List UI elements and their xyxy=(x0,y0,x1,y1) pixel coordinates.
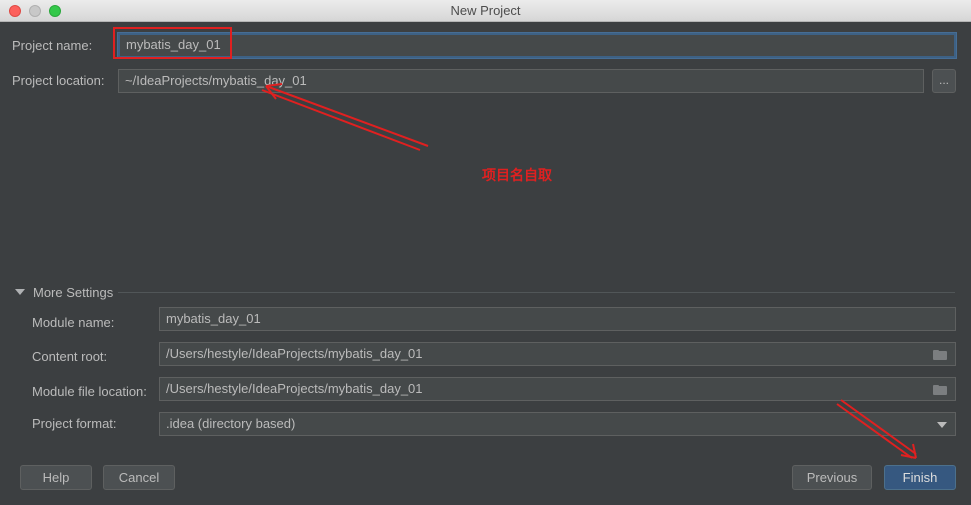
arrow-to-finish xyxy=(836,399,917,459)
arrow-to-project-name xyxy=(261,83,429,151)
annotation-arrows xyxy=(261,83,917,459)
